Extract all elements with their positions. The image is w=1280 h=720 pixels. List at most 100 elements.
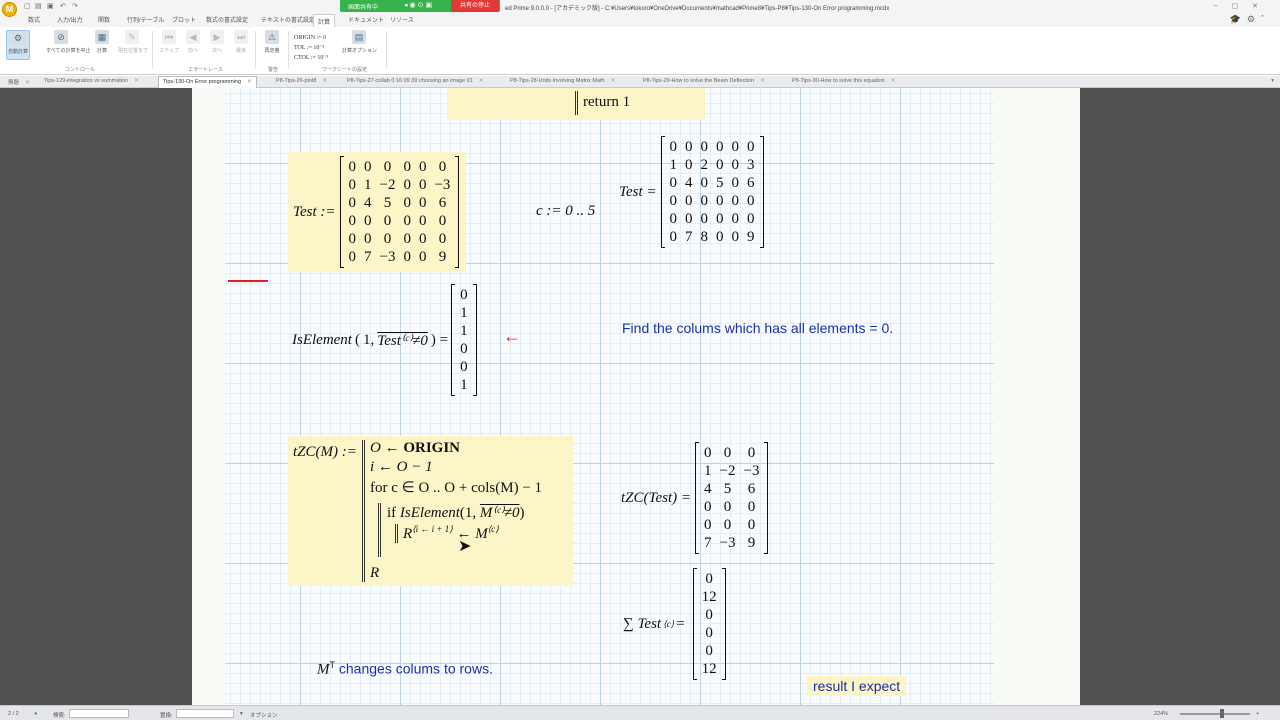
search-input[interactable]: [69, 709, 129, 718]
matrix-cell: 0: [731, 211, 740, 227]
matrix-cell: 0: [364, 213, 372, 229]
test-result[interactable]: Test = 000000102003040506000000000000078…: [619, 136, 764, 248]
note-transpose[interactable]: MT changes colums to rows.: [317, 660, 493, 679]
close-icon[interactable]: ✕: [134, 78, 139, 84]
screen-share-bar: 画面共有中 ◂◉⊙▣ 共有の停止: [340, 0, 500, 12]
tzc-program[interactable]: O ← ORIGIN i ← O − 1 for c ∈ O .. O + co…: [362, 440, 542, 582]
note-result-expect[interactable]: result I expect: [807, 676, 907, 696]
note-find-columns[interactable]: Find the colums which has all elements =…: [622, 320, 893, 336]
matrix-cell: 1: [460, 323, 468, 339]
tzc-function-label[interactable]: tZC(M) :=: [293, 444, 357, 461]
stop-share-button[interactable]: 共有の停止: [451, 0, 499, 12]
matrix-cell: 1: [704, 463, 712, 479]
tzc-result[interactable]: tZC(Test) = 0 0 0 1 −2 −3 4 5 6 0 0 0 0 0 0 7 −3 9: [621, 442, 769, 554]
matrix-cell: 0: [723, 499, 732, 515]
close-icon[interactable]: ✕: [891, 78, 896, 84]
tab-io[interactable]: 入力/出力: [57, 15, 83, 24]
last-button[interactable]: ⏭ 最後: [229, 30, 253, 54]
worksheet-page[interactable]: return 1 Test := 0 0 0 0 0 0 0 1 −2 0 0 −3 0 4 5 0 0 6 0 0 0…: [192, 88, 1080, 705]
matrix-cell: 1: [460, 305, 468, 321]
test-definition[interactable]: Test := 0 0 0 0 0 0 0 1 −2 0 0 −3 0 4 5 0 0 6 0 0 0 0 0 0 0 0 0 0 0 0…: [293, 154, 460, 270]
window-controls[interactable]: −▢✕: [1213, 2, 1272, 10]
origin-setting[interactable]: ORIGIN := 0: [294, 33, 328, 43]
abort-icon: ⊘: [54, 30, 68, 44]
tol-setting[interactable]: TOL := 10⁻³: [294, 43, 328, 53]
options-icon[interactable]: ▾: [240, 711, 243, 717]
tab-resources[interactable]: リソース: [390, 15, 414, 24]
calculate-button[interactable]: ▦ 計算: [90, 30, 114, 54]
matrix-cell: −3: [434, 177, 451, 193]
tab-calculation[interactable]: 計算: [313, 14, 336, 27]
range-definition[interactable]: c := 0 .. 5: [536, 203, 595, 220]
calc-to-position-button[interactable]: ✎ 現在位置まで: [118, 30, 148, 54]
replace-input[interactable]: [176, 709, 234, 718]
redefine-button[interactable]: ⚠ 再定義: [260, 30, 284, 54]
iselement-expression[interactable]: IsElement ( 1, Test⁽ᶜ⁾≠0 ) = 011001: [292, 284, 477, 396]
tab-text-format[interactable]: テキストの書式設定: [261, 15, 315, 24]
matrix-cell: 9: [438, 249, 447, 265]
doc-tab-p8-28[interactable]: P8-Tips-28-Units Involving Matrix Math ✕: [510, 78, 615, 84]
doc-tab-p8-26[interactable]: P8-Tips-26-plot8 ✕: [276, 78, 327, 84]
ctol-setting[interactable]: CTOL := 10⁻³: [294, 53, 328, 63]
matrix-cell: 4: [685, 175, 693, 191]
ribbon-tabs: 数式 入力/出力 関数 行列/テーブル プロット 数式の書式設定 テキストの書式…: [0, 13, 1280, 27]
worksheet-variables[interactable]: ORIGIN := 0 TOL := 10⁻³ CTOL := 10⁻³: [294, 33, 328, 63]
doc-tab-130[interactable]: Tips-130-On Error programming ✕: [158, 76, 257, 88]
redo-icon[interactable]: ↷: [72, 2, 78, 10]
doc-tab-p8-27[interactable]: P8-Tips-27-collab 0 16 09 39 choosing an…: [347, 78, 483, 84]
matrix-cell: 5: [716, 175, 724, 191]
doc-tab-129[interactable]: Tips-129-integration vs summation ✕: [44, 78, 139, 84]
matrix-cell: 0: [700, 211, 709, 227]
save-icon[interactable]: ▣: [47, 2, 54, 10]
matrix-cell: 0: [685, 193, 693, 209]
matrix-cell: 0: [747, 499, 756, 515]
zoom-in-icon[interactable]: +: [1256, 711, 1259, 717]
red-arrow-icon: ←: [503, 326, 521, 346]
mathcad-logo[interactable]: M: [2, 2, 17, 17]
worksheet-grid[interactable]: return 1 Test := 0 0 0 0 0 0 0 1 −2 0 0 −3 0 4 5 0 0 6 0 0 0…: [225, 88, 994, 705]
share-status: 画面共有中: [348, 5, 379, 11]
close-icon[interactable]: ✕: [611, 78, 616, 84]
tab-math[interactable]: 数式: [28, 15, 40, 24]
doc-tab-untitled[interactable]: 無題 ✕: [8, 78, 30, 86]
prev-button[interactable]: ◀ 前へ: [181, 30, 205, 54]
auto-calc-button[interactable]: ⚙ 自動計算: [6, 30, 30, 60]
cursor-calc-icon: ✎: [125, 30, 139, 44]
ribbon-help-icons[interactable]: 🎓⚙ˆ: [1230, 14, 1270, 25]
tab-plot[interactable]: プロット: [172, 15, 196, 24]
open-icon[interactable]: ▤: [35, 2, 42, 10]
matrix-cell: 0: [669, 229, 678, 245]
share-controls[interactable]: ◂◉⊙▣: [404, 1, 434, 9]
undo-icon[interactable]: ↶: [60, 2, 66, 10]
matrix-cell: 0: [705, 571, 713, 587]
doc-tab-p8-30[interactable]: P8-Tips-30-How to solve this equation ✕: [792, 78, 895, 84]
close-icon[interactable]: ✕: [247, 79, 252, 85]
tab-math-format[interactable]: 数式の書式設定: [206, 15, 248, 24]
tab-matrix[interactable]: 行列/テーブル: [127, 15, 164, 24]
close-icon[interactable]: ✕: [322, 78, 327, 84]
step-button[interactable]: ⏮ ステップ: [157, 30, 181, 54]
next-button[interactable]: ▶ 次へ: [205, 30, 229, 54]
close-icon[interactable]: ✕: [25, 80, 30, 86]
sum-expression[interactable]: ∑ Test ⟨c⟩ = 0 12 0 0 0 12: [623, 568, 726, 680]
matrix-cell: 0: [685, 139, 693, 155]
options-link[interactable]: オプション: [250, 711, 278, 719]
calc-options-button[interactable]: ▤ 計算オプション: [342, 30, 377, 54]
new-icon[interactable]: ▢: [24, 2, 31, 10]
close-icon[interactable]: ✕: [479, 78, 484, 84]
tab-functions[interactable]: 関数: [98, 15, 110, 24]
tabs-chevron-down-icon[interactable]: ▾: [1271, 78, 1274, 84]
zoom-slider[interactable]: [1180, 713, 1250, 715]
matrix-cell: 0: [403, 195, 411, 211]
zoom-slider-handle[interactable]: [1220, 709, 1224, 718]
workspace[interactable]: return 1 Test := 0 0 0 0 0 0 0 1 −2 0 0 −3 0 4 5 0 0 6 0 0 0…: [0, 88, 1280, 705]
matrix-cell: 0: [403, 249, 411, 265]
tab-document[interactable]: ドキュメント: [348, 15, 384, 24]
abort-all-button[interactable]: ⊘ すべての計算を中止: [46, 30, 90, 54]
return-statement[interactable]: return 1: [575, 91, 630, 115]
matrix-cell: 6: [747, 175, 755, 191]
close-icon[interactable]: ✕: [760, 78, 765, 84]
doc-tab-p8-29[interactable]: P8-Tips-29-How to solve the Beam Deflect…: [643, 78, 765, 84]
matrix-cell: 1: [460, 377, 468, 393]
matrix-cell: 0: [747, 211, 755, 227]
